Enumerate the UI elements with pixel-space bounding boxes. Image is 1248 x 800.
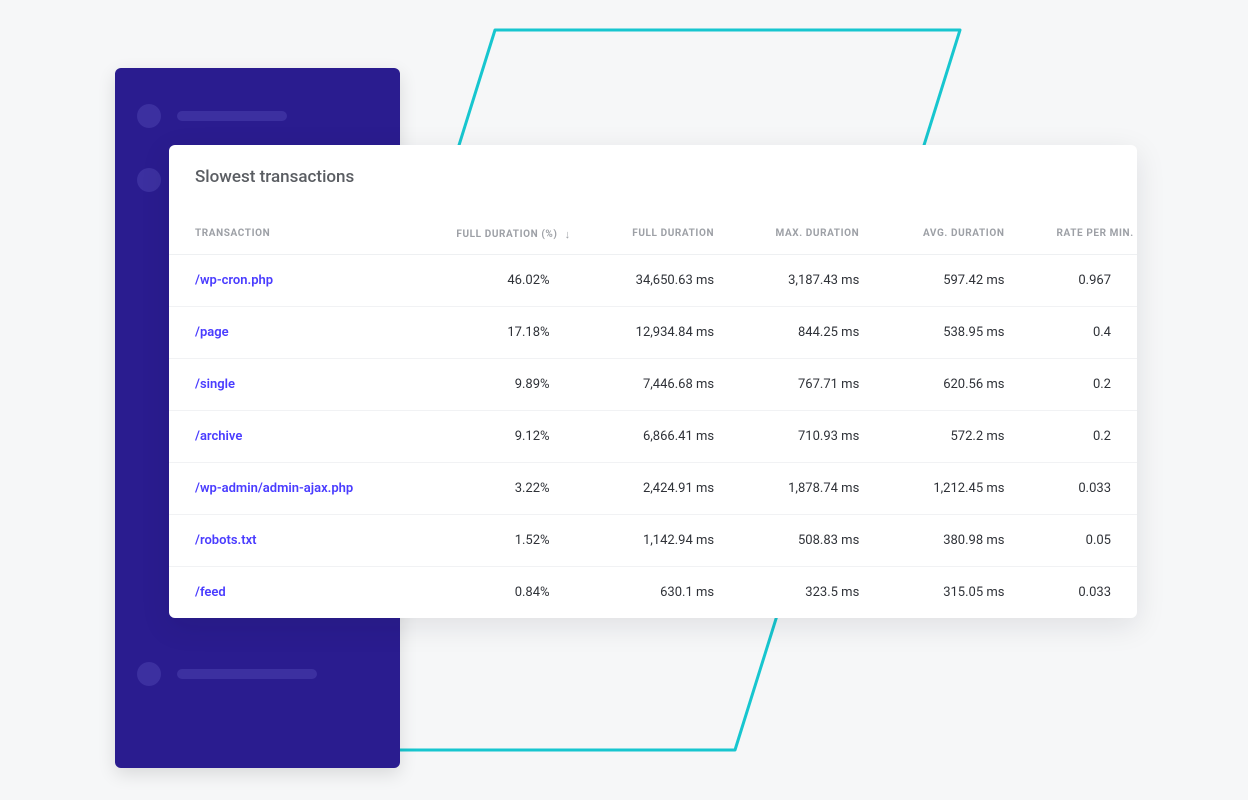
full-duration-pct: 9.12% [430, 411, 575, 463]
avg-duration: 380.98 ms [885, 515, 1030, 567]
avg-duration: 620.56 ms [885, 359, 1030, 411]
max-duration: 710.93 ms [740, 411, 885, 463]
max-duration: 3,187.43 ms [740, 255, 885, 307]
avg-duration: 1,212.45 ms [885, 463, 1030, 515]
full-duration: 630.1 ms [576, 567, 741, 619]
table-row: /single9.89%7,446.68 ms767.71 ms620.56 m… [169, 359, 1137, 411]
rate-per-min: 0.05 [1030, 515, 1137, 567]
full-duration-pct: 0.84% [430, 567, 575, 619]
table-row: /page17.18%12,934.84 ms844.25 ms538.95 m… [169, 307, 1137, 359]
col-label: FULL DURATION (%) [456, 229, 557, 240]
sidebar-item [137, 104, 378, 128]
full-duration: 1,142.94 ms [576, 515, 741, 567]
col-rate-per-min[interactable]: RATE PER MIN. [1030, 213, 1137, 255]
rate-per-min: 0.033 [1030, 463, 1137, 515]
full-duration-pct: 46.02% [430, 255, 575, 307]
avg-duration: 538.95 ms [885, 307, 1030, 359]
table-row: /wp-admin/admin-ajax.php3.22%2,424.91 ms… [169, 463, 1137, 515]
avg-duration: 572.2 ms [885, 411, 1030, 463]
rate-per-min: 0.967 [1030, 255, 1137, 307]
col-full-duration-pct[interactable]: FULL DURATION (%) ↓ [430, 213, 575, 255]
transaction-link[interactable]: /feed [169, 567, 430, 619]
max-duration: 844.25 ms [740, 307, 885, 359]
col-avg-duration[interactable]: AVG. DURATION [885, 213, 1030, 255]
transaction-link[interactable]: /wp-admin/admin-ajax.php [169, 463, 430, 515]
full-duration: 6,866.41 ms [576, 411, 741, 463]
full-duration-pct: 9.89% [430, 359, 575, 411]
transaction-link[interactable]: /wp-cron.php [169, 255, 430, 307]
full-duration-pct: 1.52% [430, 515, 575, 567]
full-duration: 2,424.91 ms [576, 463, 741, 515]
rate-per-min: 0.4 [1030, 307, 1137, 359]
col-full-duration[interactable]: FULL DURATION [576, 213, 741, 255]
dot-icon [137, 168, 161, 192]
max-duration: 1,878.74 ms [740, 463, 885, 515]
rate-per-min: 0.033 [1030, 567, 1137, 619]
full-duration-pct: 3.22% [430, 463, 575, 515]
rate-per-min: 0.2 [1030, 359, 1137, 411]
transaction-link[interactable]: /single [169, 359, 430, 411]
table-row: /robots.txt1.52%1,142.94 ms508.83 ms380.… [169, 515, 1137, 567]
placeholder-bar [177, 111, 287, 121]
max-duration: 767.71 ms [740, 359, 885, 411]
table-row: /archive9.12%6,866.41 ms710.93 ms572.2 m… [169, 411, 1137, 463]
sort-desc-icon: ↓ [565, 228, 571, 241]
max-duration: 323.5 ms [740, 567, 885, 619]
col-transaction[interactable]: TRANSACTION [169, 213, 430, 255]
table-header-row: TRANSACTION FULL DURATION (%) ↓ FULL DUR… [169, 213, 1137, 255]
full-duration: 34,650.63 ms [576, 255, 741, 307]
full-duration-pct: 17.18% [430, 307, 575, 359]
transaction-link[interactable]: /robots.txt [169, 515, 430, 567]
rate-per-min: 0.2 [1030, 411, 1137, 463]
full-duration: 12,934.84 ms [576, 307, 741, 359]
placeholder-bar [177, 669, 317, 679]
slowest-transactions-card: Slowest transactions TRANSACTION FULL DU… [169, 145, 1137, 618]
table-row: /wp-cron.php46.02%34,650.63 ms3,187.43 m… [169, 255, 1137, 307]
avg-duration: 315.05 ms [885, 567, 1030, 619]
transaction-link[interactable]: /page [169, 307, 430, 359]
dot-icon [137, 662, 161, 686]
sidebar-item [137, 662, 378, 686]
transactions-table: TRANSACTION FULL DURATION (%) ↓ FULL DUR… [169, 213, 1137, 618]
full-duration: 7,446.68 ms [576, 359, 741, 411]
col-max-duration[interactable]: MAX. DURATION [740, 213, 885, 255]
dot-icon [137, 104, 161, 128]
max-duration: 508.83 ms [740, 515, 885, 567]
transaction-link[interactable]: /archive [169, 411, 430, 463]
card-title: Slowest transactions [169, 145, 1137, 213]
table-row: /feed0.84%630.1 ms323.5 ms315.05 ms0.033 [169, 567, 1137, 619]
avg-duration: 597.42 ms [885, 255, 1030, 307]
